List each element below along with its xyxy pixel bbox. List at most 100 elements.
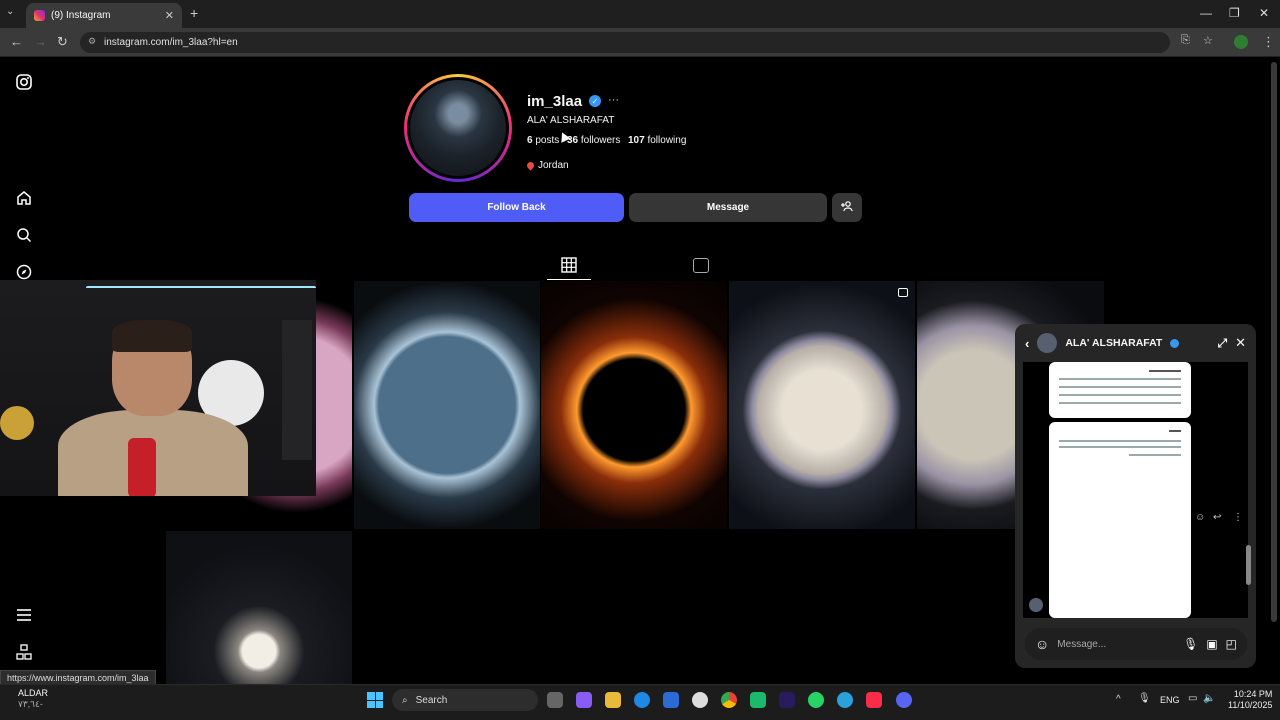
- tab-title: (9) Instagram: [51, 10, 111, 21]
- taskbar-search[interactable]: ⌕ Search: [392, 689, 538, 711]
- chat-messages: ☺ ↩ ⋮: [1023, 362, 1248, 618]
- volume-icon[interactable]: 🔈: [1203, 693, 1215, 704]
- extension-icon[interactable]: [1234, 35, 1248, 49]
- message-image[interactable]: [1049, 362, 1191, 418]
- reload-icon[interactable]: ↻: [57, 34, 68, 50]
- back-icon[interactable]: ←: [10, 34, 23, 49]
- home-icon[interactable]: [14, 188, 34, 208]
- photo-icon[interactable]: ▣: [1206, 637, 1217, 651]
- post-tile[interactable]: [541, 281, 727, 529]
- react-icon[interactable]: ☺: [1195, 512, 1205, 523]
- chat-scrollbar[interactable]: [1246, 545, 1251, 585]
- windows-start-icon[interactable]: [367, 692, 383, 708]
- more-menu-icon[interactable]: [14, 605, 34, 625]
- post-tile[interactable]: [354, 281, 540, 529]
- weather-value: ٧٣,٦٤-: [18, 699, 43, 709]
- trophy-decoration: [0, 406, 34, 440]
- message-placeholder: Message...: [1057, 638, 1107, 650]
- task-view-icon[interactable]: [547, 692, 563, 708]
- close-tab-icon[interactable]: ✕: [165, 9, 174, 22]
- chat-contact-name[interactable]: ALA' ALSHARAFAT: [1065, 337, 1162, 349]
- input-language[interactable]: ENG: [1160, 695, 1180, 705]
- discord-icon[interactable]: [896, 692, 912, 708]
- chat-popup: ‹ ALA' ALSHARAFAT ⤢ ✕ ☺ ↩ ⋮ ☺ Message...…: [1015, 324, 1256, 668]
- meta-apps-icon[interactable]: [14, 642, 34, 662]
- add-user-button[interactable]: [832, 193, 862, 222]
- message-input[interactable]: ☺ Message... 🎙 ▣ ◰: [1025, 628, 1247, 660]
- taskbar-search-label: Search: [415, 694, 448, 706]
- posts-count: 6: [527, 135, 533, 146]
- chat-avatar[interactable]: [1037, 333, 1058, 353]
- multiple-photos-icon: [898, 288, 908, 297]
- taskbar-search-icon: ⌕: [402, 694, 408, 706]
- weather-widget[interactable]: ALDAR ٧٣,٦٤-: [18, 688, 48, 710]
- location-pin-icon: [525, 160, 536, 171]
- posts-stat: 6 posts: [527, 135, 559, 146]
- browser-tab-bar: ⌄ (9) Instagram ✕ + — ❐ ✕: [0, 0, 1280, 28]
- chat-back-icon[interactable]: ‹: [1025, 336, 1029, 351]
- music-icon[interactable]: [866, 692, 882, 708]
- message-button[interactable]: Message: [629, 193, 827, 222]
- store-icon[interactable]: [663, 692, 679, 708]
- browser-tab[interactable]: (9) Instagram ✕: [26, 3, 182, 28]
- chat-header: ‹ ALA' ALSHARAFAT ⤢ ✕: [1015, 324, 1256, 362]
- browser-menu-icon[interactable]: ⋮: [1262, 34, 1275, 50]
- search-icon[interactable]: [14, 225, 34, 245]
- posts-grid-tab-icon[interactable]: [561, 257, 577, 273]
- tagged-tab-icon[interactable]: [693, 258, 709, 273]
- bookmark-star-icon[interactable]: ☆: [1203, 34, 1213, 47]
- telegram-icon[interactable]: [837, 692, 853, 708]
- profile-options-icon[interactable]: ···: [608, 94, 619, 106]
- taskbar-clock[interactable]: 10:24 PM 11/10/2025: [1228, 689, 1272, 711]
- alienware-icon[interactable]: [692, 692, 708, 708]
- expand-chat-icon[interactable]: ⤢: [1217, 336, 1227, 351]
- profile-full-name: ALA' ALSHARAFAT: [527, 115, 615, 126]
- message-image[interactable]: [1049, 422, 1191, 618]
- chrome-icon[interactable]: [721, 692, 737, 708]
- install-app-icon[interactable]: ⎘: [1181, 34, 1190, 47]
- instagram-favicon-icon: [34, 10, 45, 21]
- premiere-icon[interactable]: [779, 692, 795, 708]
- edge-icon[interactable]: [634, 692, 650, 708]
- shelf: [282, 320, 312, 460]
- emoji-icon[interactable]: ☺: [1035, 636, 1049, 652]
- tab-search-icon[interactable]: ⌄: [6, 6, 14, 17]
- capcut-icon[interactable]: [750, 692, 766, 708]
- site-info-icon[interactable]: ⚙: [88, 36, 96, 47]
- close-chat-icon[interactable]: ✕: [1235, 335, 1246, 351]
- minimize-icon[interactable]: —: [1200, 6, 1212, 20]
- explore-icon[interactable]: [14, 262, 34, 282]
- clock-date: 11/10/2025: [1228, 700, 1273, 710]
- url-input[interactable]: ⚙ instagram.com/im_3laa?hl=en: [80, 32, 1170, 53]
- microphone-icon[interactable]: 🎙: [1183, 637, 1198, 651]
- tray-mic-icon[interactable]: 🎙: [1138, 693, 1151, 704]
- page-scrollbar[interactable]: [1271, 62, 1277, 622]
- followers-stat[interactable]: 36 followers: [567, 135, 620, 146]
- instagram-logo-icon[interactable]: [14, 72, 34, 92]
- follow-back-button[interactable]: Follow Back: [409, 193, 624, 222]
- profile-location: Jordan: [525, 160, 569, 171]
- microphone: [128, 438, 156, 496]
- window-close-icon[interactable]: ✕: [1259, 6, 1269, 20]
- profile-username: im_3laa: [527, 93, 583, 110]
- profile-avatar[interactable]: [404, 74, 512, 182]
- whatsapp-icon[interactable]: [808, 692, 824, 708]
- webcam-overlay: [0, 280, 316, 496]
- tray-chevron-icon[interactable]: ^: [1116, 694, 1121, 705]
- sticker-icon[interactable]: ◰: [1226, 637, 1237, 651]
- copilot-icon[interactable]: [576, 692, 592, 708]
- following-label: following: [647, 135, 687, 146]
- post-tile[interactable]: [729, 281, 915, 529]
- post-tile[interactable]: [166, 531, 352, 685]
- url-text: instagram.com/im_3laa?hl=en: [104, 37, 238, 48]
- clock-time: 10:24 PM: [1233, 689, 1273, 699]
- reply-icon[interactable]: ↩: [1213, 512, 1221, 523]
- message-options-icon[interactable]: ⋮: [1233, 512, 1243, 523]
- verified-badge-icon: ✓: [589, 95, 601, 107]
- restore-icon[interactable]: ❐: [1229, 6, 1240, 20]
- file-explorer-icon[interactable]: [605, 692, 621, 708]
- following-stat[interactable]: 107 following: [628, 135, 686, 146]
- new-tab-icon[interactable]: +: [190, 5, 198, 21]
- network-icon[interactable]: ▭: [1188, 693, 1197, 704]
- active-tab-indicator: [547, 279, 591, 280]
